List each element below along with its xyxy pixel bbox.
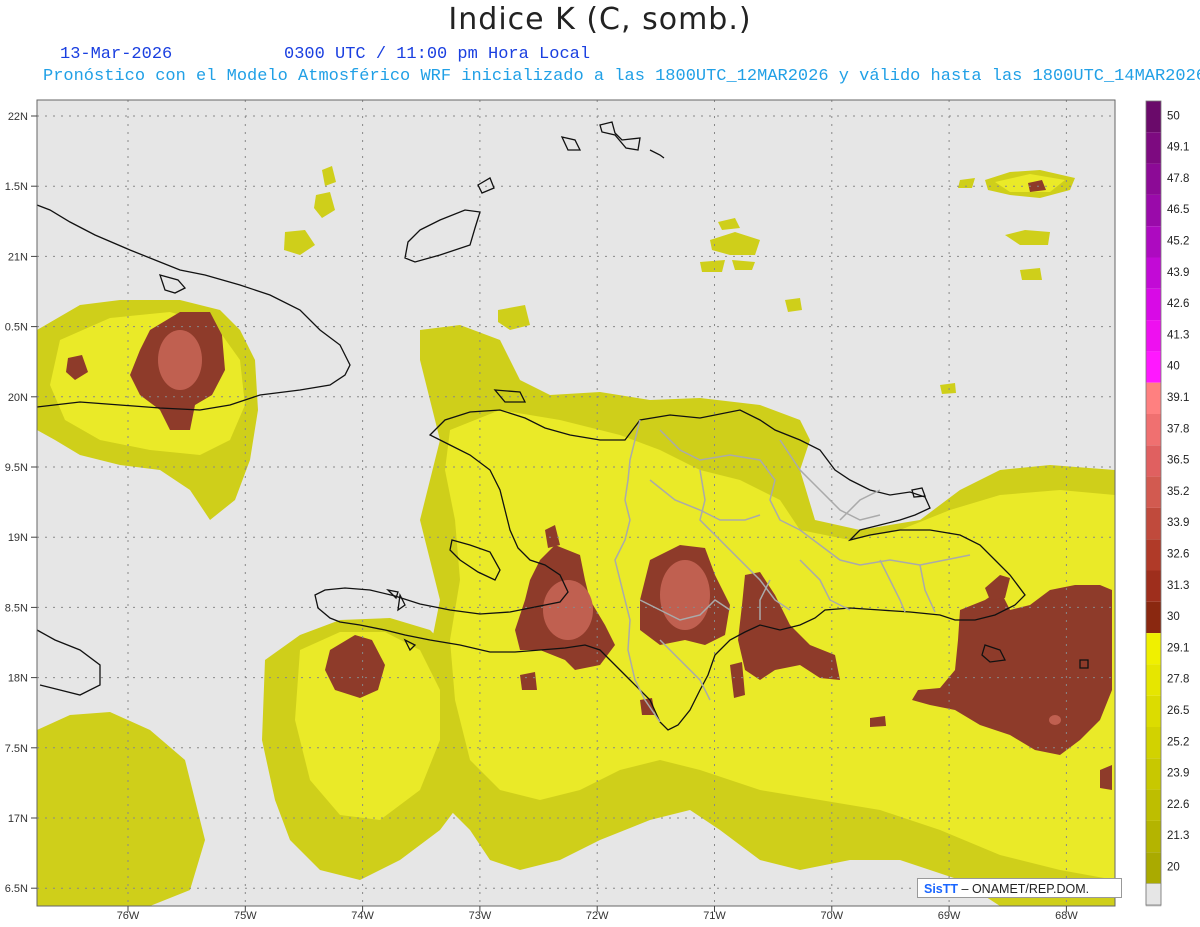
colorbar-segment: [1146, 727, 1161, 759]
valid-date: 13-Mar-2026: [60, 45, 173, 64]
forecast-description: Pronóstico con el Modelo Atmosférico WRF…: [43, 67, 1200, 86]
colorbar-label: 31.3: [1167, 580, 1189, 592]
colorbar-segment: [1146, 570, 1161, 602]
k-index-map: 22N 1.5N 21N 0.5N 20N 9.5N 19N 8.5N 18N 7.5N 17N 6.…: [5, 99, 1189, 922]
colorbar-label: 33.9: [1167, 517, 1189, 529]
map-title: Indice K (C, somb.): [448, 2, 752, 37]
colorbar-label: 32.6: [1167, 549, 1189, 561]
credit-box: SisTT – ONAMET/REP.DOM.: [917, 878, 1122, 898]
lon-tick-label: 74W: [351, 910, 374, 922]
colorbar-label: 21.3: [1167, 830, 1189, 842]
colorbar-segment: [1146, 320, 1161, 352]
colorbar-label: 43.9: [1167, 267, 1189, 279]
colorbar-label: 36.5: [1167, 455, 1189, 467]
lon-tick-label: 70W: [820, 910, 843, 922]
colorbar-segment: [1146, 507, 1161, 540]
colorbar-segment: [1146, 633, 1161, 665]
colorbar-label: 20: [1167, 862, 1180, 874]
lat-tick-label: 7.5N: [5, 743, 28, 755]
lat-tick-label: 1.5N: [5, 181, 28, 193]
credit-text: – ONAMET/REP.DOM.: [961, 882, 1090, 896]
colorbar-label: 47.8: [1167, 173, 1189, 185]
lat-tick-label: 19N: [8, 532, 28, 544]
colorbar-label: 41.3: [1167, 329, 1189, 341]
colorbar-label: 27.8: [1167, 674, 1189, 686]
lat-tick-label: 9.5N: [5, 462, 28, 474]
colorbar-label: 23.9: [1167, 768, 1189, 780]
latitude-axis: 22N 1.5N 21N 0.5N 20N 9.5N 19N 8.5N 18N 7.5N 17N 6.…: [5, 111, 37, 895]
colorbar-label: 50: [1167, 110, 1180, 122]
colorbar-missing: [1145, 883, 1162, 907]
lon-tick-label: 73W: [469, 910, 492, 922]
valid-time: 0300 UTC / 11:00 pm Hora Local: [284, 45, 591, 64]
colorbar-segment: [1146, 539, 1161, 571]
colorbar-label: 25.2: [1167, 736, 1189, 748]
lon-tick-label: 72W: [586, 910, 609, 922]
colorbar-segment: [1146, 664, 1161, 696]
lat-tick-label: 20N: [8, 392, 28, 404]
colorbar-segment: [1146, 601, 1161, 634]
colorbar-label: 37.8: [1167, 423, 1189, 435]
colorbar-segment: [1146, 351, 1161, 383]
colorbar-segment: [1146, 257, 1161, 289]
colorbar-segment: [1146, 226, 1161, 258]
colorbar-segment: [1146, 852, 1161, 884]
brand-logo: SisTT: [924, 882, 959, 896]
colorbar-segment: [1146, 414, 1161, 446]
colorbar-label: 22.6: [1167, 799, 1189, 811]
colorbar-label: 40: [1167, 361, 1180, 373]
colorbar-label: 46.5: [1167, 204, 1189, 216]
colorbar-segment: [1146, 382, 1161, 414]
lat-tick-label: 22N: [8, 111, 28, 123]
lat-tick-label: 0.5N: [5, 322, 28, 334]
lat-tick-label: 6.5N: [5, 883, 28, 895]
lat-tick-label: 17N: [8, 813, 28, 825]
lon-tick-label: 71W: [703, 910, 726, 922]
colorbar-segment: [1146, 445, 1161, 477]
colorbar-segment: [1146, 476, 1161, 508]
lon-tick-label: 75W: [234, 910, 257, 922]
colorbar-segment: [1146, 820, 1161, 853]
colorbar-label: 26.5: [1167, 705, 1189, 717]
colorbar-segment: [1146, 194, 1161, 227]
colorbar-segment: [1146, 789, 1161, 821]
colorbar-label: 30: [1167, 611, 1180, 623]
longitude-axis: 76W 75W 74W 73W 72W 71W 70W 69W 68W: [117, 906, 1078, 922]
colorbar-segment: [1146, 758, 1161, 790]
lon-tick-label: 76W: [117, 910, 140, 922]
lat-tick-label: 21N: [8, 251, 28, 263]
colorbar-label: 45.2: [1167, 236, 1189, 248]
lon-tick-label: 68W: [1055, 910, 1078, 922]
colorbar-segment: [1146, 695, 1161, 727]
lat-tick-label: 8.5N: [5, 602, 28, 614]
lon-tick-label: 69W: [938, 910, 961, 922]
colorbar-label: 35.2: [1167, 486, 1189, 498]
colorbar-segment: [1146, 132, 1161, 164]
colorbar-label: 29.1: [1167, 642, 1189, 654]
colorbar-segment: [1146, 163, 1161, 195]
colorbar-segment: [1146, 101, 1161, 133]
colorbar-segment: [1146, 288, 1161, 321]
colorbar-label: 39.1: [1167, 392, 1189, 404]
colorbar: 50 49.1 47.8 46.5 45.2 43.9 42.6 41.3 40 39.1 37.8…: [1145, 100, 1189, 907]
lat-tick-label: 18N: [8, 673, 28, 685]
colorbar-label: 49.1: [1167, 142, 1189, 154]
colorbar-label: 42.6: [1167, 298, 1189, 310]
